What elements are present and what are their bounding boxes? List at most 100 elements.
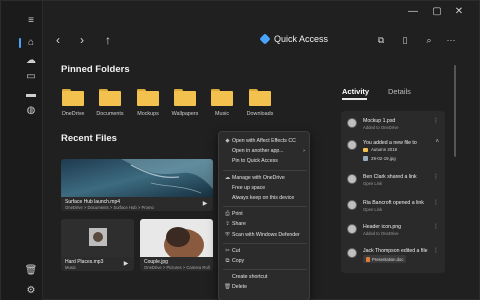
activity-entry[interactable]: Header icon.png Added to OneDrive ⋮ [341, 223, 445, 245]
context-menu-item[interactable]: ⛨ Scan with Windows Defender [219, 231, 311, 241]
menu-separator [223, 269, 307, 271]
context-menu-item[interactable]: ◆ Open with Affect Effects CC [219, 137, 311, 147]
network-icon[interactable]: ◍ [24, 105, 38, 117]
context-menu-item[interactable]: ⎙ Print [219, 210, 311, 220]
pinned-folder[interactable]: Mockups [136, 89, 160, 119]
more-options-icon[interactable]: ⋮ [433, 117, 439, 124]
activity-subtitle: Open Link [363, 181, 383, 186]
minimize-icon[interactable]: — [405, 5, 421, 19]
delete-icon: 🗑 [224, 284, 231, 291]
menu-item-label: Always keep on this device [232, 195, 295, 201]
play-icon[interactable]: ▶ [201, 200, 209, 208]
avatar [347, 118, 357, 128]
chevron-right-icon: › [303, 148, 305, 155]
folder-icon [174, 89, 196, 106]
activity-entry[interactable]: Ria Bancroft opened a link Open Link ⋮ [341, 199, 445, 221]
activity-subtitle: Added to OneDrive [363, 125, 399, 130]
computer-icon[interactable]: ▭ [24, 71, 38, 83]
print-icon: ⎙ [225, 211, 230, 218]
context-menu-item[interactable]: Pin to Quick Access [219, 157, 311, 167]
folder-name: Autumn 2019 [371, 147, 398, 152]
more-options-icon[interactable]: ⋮ [433, 199, 439, 206]
menu-item-label: Manage with OneDrive [232, 174, 285, 181]
context-menu-item[interactable]: ✂ Cut [219, 247, 311, 257]
pinned-folder[interactable]: Downloads [247, 89, 273, 119]
context-menu-item[interactable]: ☁ Manage with OneDrive [219, 174, 311, 184]
tab-details[interactable]: Details [388, 87, 411, 96]
close-icon[interactable]: ✕ [451, 5, 467, 19]
back-arrow-icon[interactable]: ‹ [51, 32, 65, 48]
more-options-icon[interactable]: ⋮ [433, 173, 439, 180]
recent-file-card[interactable]: Couple.jpg OneDrive > Pictures > Camera … [140, 219, 213, 271]
library-icon[interactable]: ⧉ [375, 34, 387, 46]
recent-file-card[interactable]: Hard Places.mp3 Music ▶ [61, 219, 134, 271]
menu-item-label: Print [232, 211, 243, 218]
scrollbar[interactable] [454, 65, 456, 157]
folder-body [249, 91, 271, 106]
activity-entry[interactable]: Ben Clark shared a link Open Link ⋮ [341, 173, 445, 195]
folder-icon [137, 89, 159, 106]
play-icon[interactable]: ▶ [122, 260, 130, 268]
drive-icon[interactable]: ▬ [24, 89, 38, 101]
menu-item-label: Cut [232, 247, 241, 254]
location-title: Quick Access [259, 33, 328, 45]
tablet-icon[interactable]: ▯ [399, 34, 411, 46]
avatar [347, 174, 357, 184]
context-menu-item[interactable]: Always keep on this device [219, 194, 311, 204]
activity-folder: Autumn 2019 [363, 147, 397, 152]
command-bar: ‹ › ↑ Quick Access ⧉ ▯ ⌕ ··· [43, 29, 479, 53]
chevron-up-icon[interactable]: ˄ [435, 139, 439, 145]
trash-icon[interactable]: 🗑 [24, 265, 38, 277]
recent-file-card[interactable]: Surface Hub launch.mp4 OneDrive > Docume… [61, 159, 213, 211]
photo-thumbnail [140, 219, 213, 257]
cloud-icon[interactable]: ☁ [24, 55, 38, 67]
shield-icon: ⛨ [225, 231, 230, 238]
recent-files-heading: Recent Files [61, 133, 117, 144]
title-bar: — ▢ ✕ [43, 1, 479, 23]
avatar [347, 248, 357, 258]
more-options-icon[interactable]: ⋮ [433, 223, 439, 230]
up-arrow-icon[interactable]: ↑ [101, 32, 115, 48]
more-options-icon[interactable]: ··· [445, 34, 457, 46]
cut-icon: ✂ [225, 247, 230, 254]
folder-body [211, 91, 233, 106]
tab-activity[interactable]: Activity [342, 87, 369, 96]
file-chip[interactable]: Presentation.doc [363, 255, 407, 263]
context-menu-item[interactable]: ⧉ Copy [219, 257, 311, 267]
context-menu-item[interactable]: ⇪ Share [219, 220, 311, 230]
menu-item-label: Free up space [232, 184, 266, 191]
settings-gear-icon[interactable]: ⚙ [24, 285, 38, 297]
menu-item-label: Delete [232, 284, 247, 291]
context-menu-item[interactable]: Open in another app... › [219, 147, 311, 157]
context-menu-item[interactable]: Create shortcut [219, 273, 311, 283]
pinned-folder[interactable]: Documents [96, 89, 124, 119]
selected-indicator [19, 38, 21, 48]
menu-item-label: Share [232, 221, 246, 228]
activity-panel: Mockup 1.psd Added to OneDrive ⋮ You added … [341, 111, 445, 273]
share-icon: ⇪ [225, 221, 230, 228]
more-options-icon[interactable]: ⋮ [433, 247, 439, 254]
search-icon[interactable]: ⌕ [423, 34, 435, 46]
menu-separator [223, 169, 307, 171]
activity-subtitle: Open Link [363, 207, 383, 212]
menu-item-label: Pin to Quick Access [232, 158, 278, 165]
app-icon: ◆ [225, 138, 230, 144]
folder-body [174, 91, 196, 106]
pinned-folder[interactable]: Wallpapers [172, 89, 198, 119]
context-menu-item[interactable]: Free up space [219, 184, 311, 194]
hamburger-menu-icon[interactable]: ≡ [24, 15, 38, 27]
activity-entry[interactable]: You added a new file to ˄ Autumn 2019 29-02… [341, 139, 445, 161]
activity-title: Header icon.png [363, 224, 402, 230]
home-icon[interactable]: ⌂ [24, 37, 38, 49]
activity-entry[interactable]: Mockup 1.psd Added to OneDrive ⋮ [341, 117, 445, 139]
forward-arrow-icon[interactable]: › [75, 32, 89, 48]
pinned-folder[interactable]: Music [210, 89, 234, 119]
menu-separator [223, 206, 307, 208]
context-menu-item[interactable]: 🗑 Delete [219, 283, 311, 293]
maximize-icon[interactable]: ▢ [429, 5, 445, 19]
file-explorer-window: ≡ ⌂ ☁ ▭ ▬ ◍ 🗑 ⚙ — ▢ ✕ ‹ › ↑ Quick Access ⧉ ▯ ⌕ ··· P… [0, 0, 480, 300]
activity-entry[interactable]: Jack Thompson edited a file ⋮ Presentation… [341, 247, 445, 269]
pinned-folder[interactable]: OneDrive [61, 89, 85, 119]
pinned-folders-heading: Pinned Folders [61, 64, 130, 75]
activity-subtitle: Added to OneDrive [363, 231, 399, 236]
